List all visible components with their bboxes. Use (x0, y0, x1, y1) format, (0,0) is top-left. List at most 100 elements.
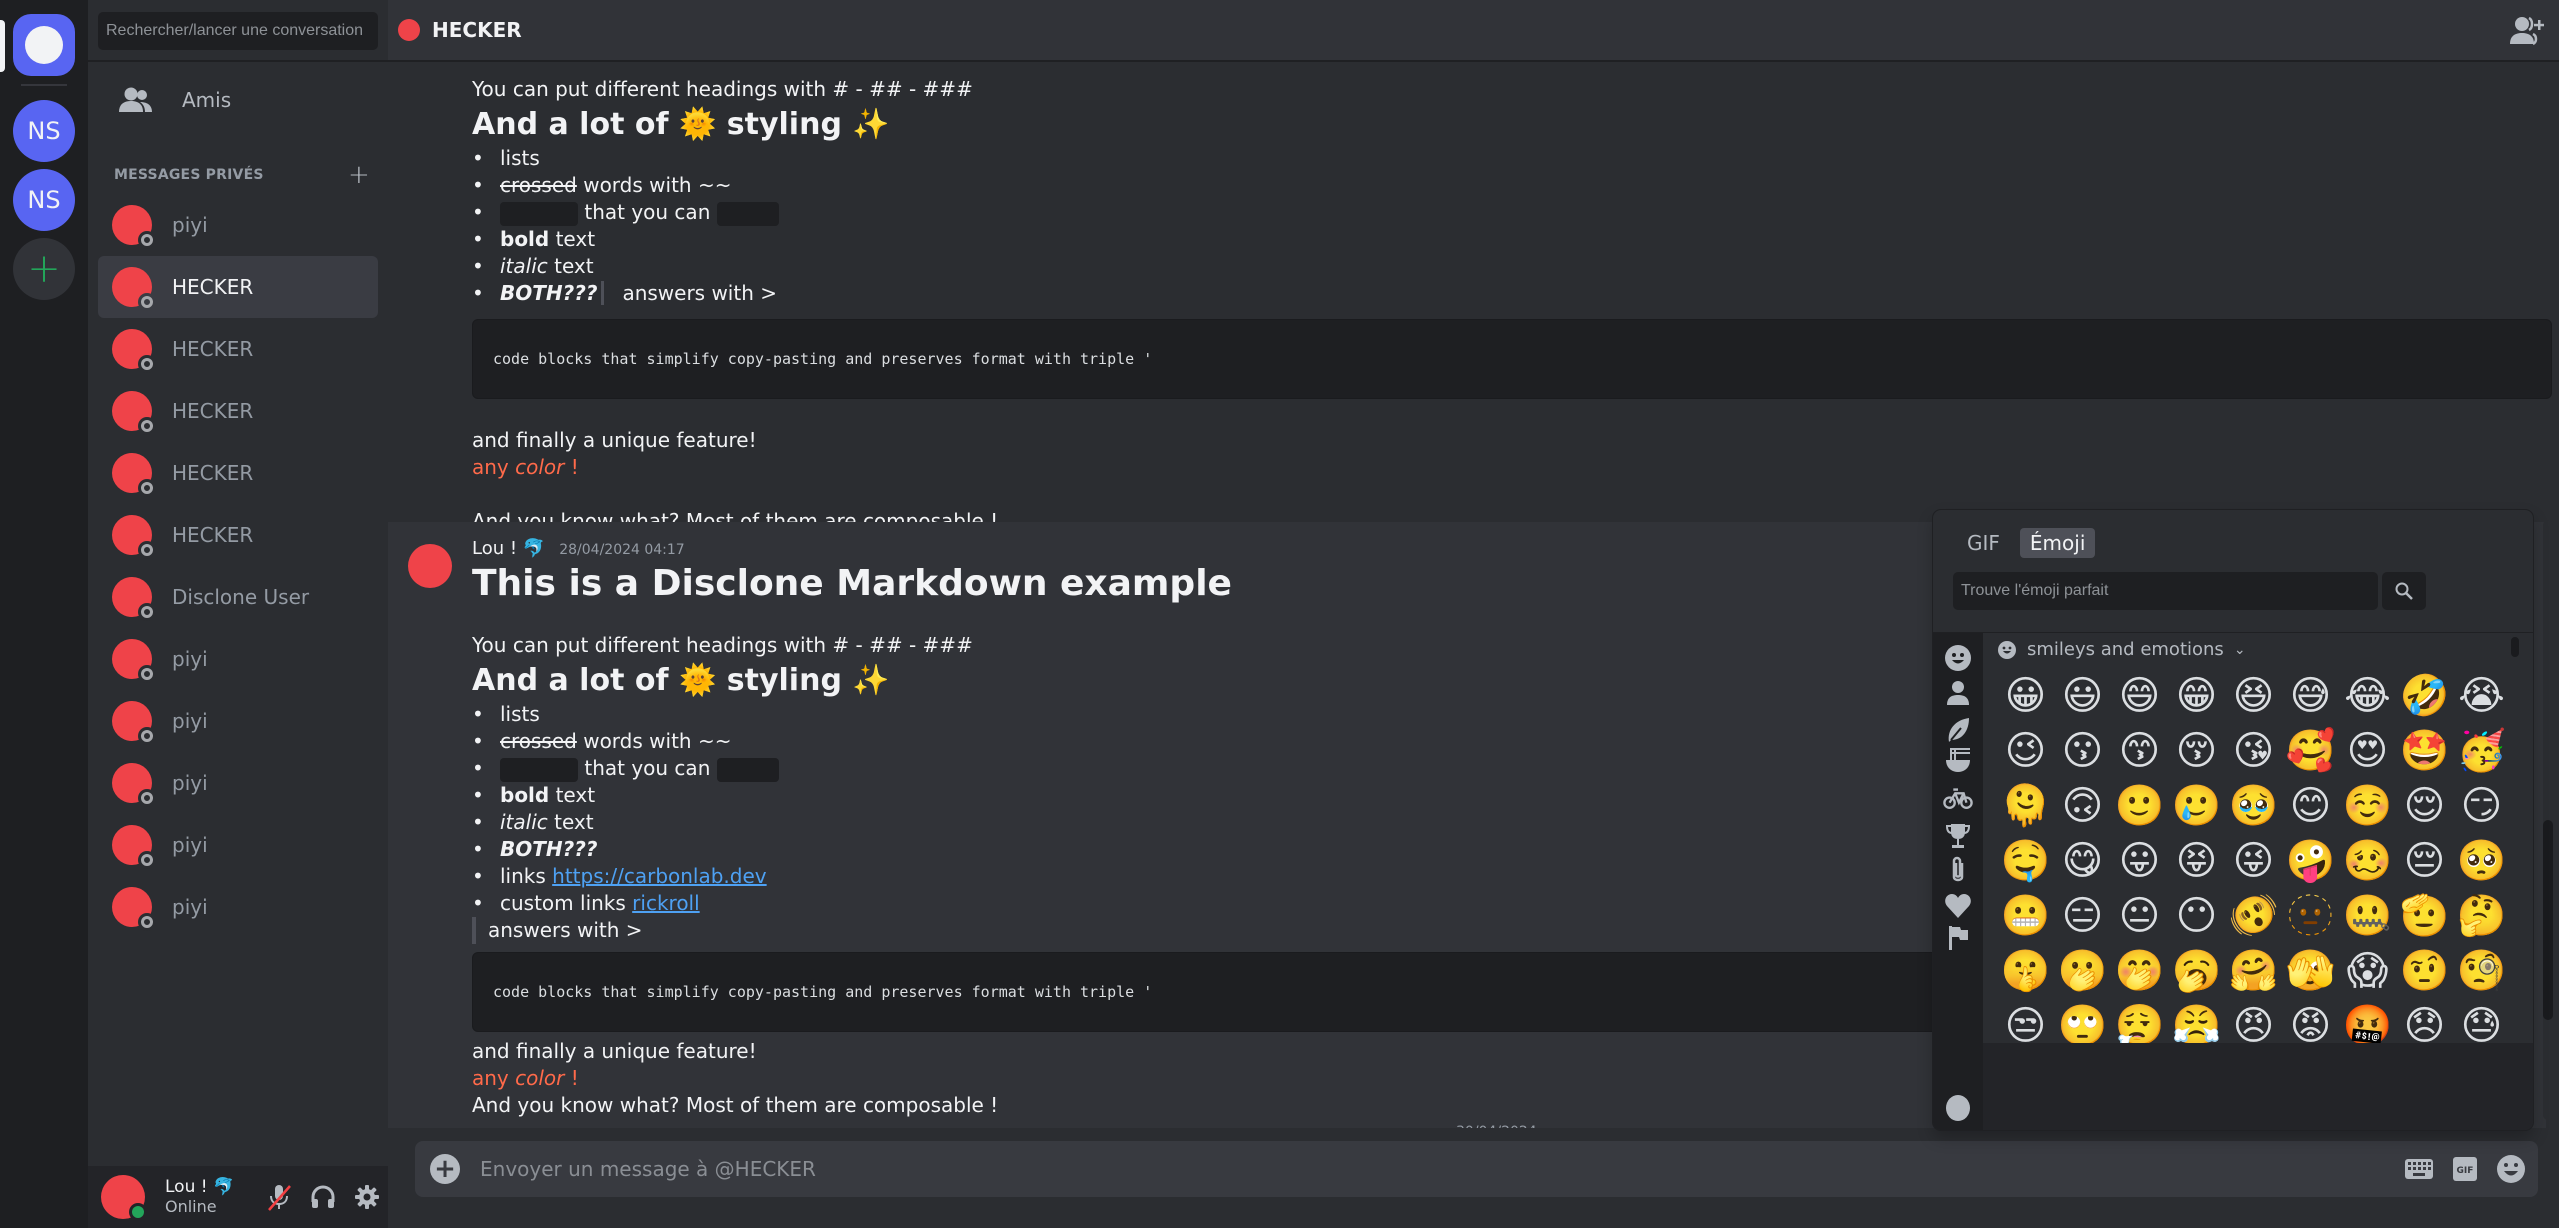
user-avatar[interactable] (101, 1175, 147, 1221)
emoji-option[interactable]: 🫢 (2054, 944, 2111, 999)
emoji-option[interactable]: ☺️ (2339, 779, 2396, 834)
spoiler[interactable] (500, 201, 578, 226)
emoji-option[interactable]: 😌 (2396, 779, 2453, 834)
emoji-option[interactable]: 😉 (1997, 724, 2054, 779)
emoji-option[interactable]: 😞 (2396, 999, 2453, 1043)
emoji-option[interactable]: 🫠 (1997, 779, 2054, 834)
emoji-option[interactable]: 🥲 (2168, 779, 2225, 834)
dm-item[interactable]: HECKER (98, 504, 378, 566)
emoji-option[interactable]: 😍 (2339, 724, 2396, 779)
emoji-option[interactable]: 🤫 (1997, 944, 2054, 999)
emoji-option[interactable]: 🥱 (2168, 944, 2225, 999)
emoji-option[interactable]: 😗 (2054, 724, 2111, 779)
emoji-option[interactable]: 😝 (2168, 834, 2225, 889)
emoji-option[interactable]: 😔 (2396, 834, 2453, 889)
emoji-option[interactable]: 🤬 (2339, 999, 2396, 1043)
category-flags[interactable] (1943, 923, 1973, 953)
dm-item[interactable]: HECKER (98, 380, 378, 442)
author-avatar[interactable] (408, 544, 452, 588)
category-objects[interactable] (1943, 855, 1973, 885)
category-smileys[interactable] (1943, 643, 1973, 673)
emoji-option[interactable]: 😐 (2111, 889, 2168, 944)
dm-item[interactable]: HECKER (98, 442, 378, 504)
category-symbols[interactable] (1943, 891, 1973, 921)
spoiler[interactable] (716, 201, 779, 226)
dm-item[interactable]: Disclone User (98, 566, 378, 628)
emoji-option[interactable]: 😊 (2282, 779, 2339, 834)
server-icon[interactable]: NS (13, 169, 75, 231)
emoji-option[interactable]: 😆 (2225, 669, 2282, 724)
emoji-option[interactable]: 🥰 (2282, 724, 2339, 779)
emoji-option[interactable]: 😄 (2111, 669, 2168, 724)
server-icon[interactable]: NS (13, 100, 75, 162)
emoji-option[interactable]: 😑 (2054, 889, 2111, 944)
emoji-option[interactable]: 😙 (2111, 724, 2168, 779)
author-name[interactable]: Lou ! 🐬 (472, 538, 545, 559)
spoiler[interactable] (716, 757, 779, 782)
message-input[interactable] (460, 1157, 2404, 1181)
chat-scrollbar[interactable] (2543, 520, 2553, 1120)
emoji-option[interactable]: 😶 (2168, 889, 2225, 944)
emoji-option[interactable]: 😃 (2054, 669, 2111, 724)
add-friend-to-dm-button[interactable] (2509, 16, 2545, 50)
mute-mic-button[interactable] (266, 1182, 292, 1212)
emoji-option[interactable]: 🫣 (2282, 944, 2339, 999)
emoji-search-button[interactable] (2382, 572, 2426, 610)
emoji-option[interactable]: 😡 (2282, 999, 2339, 1043)
url-link[interactable]: https://carbonlab.dev (552, 864, 766, 888)
home-button[interactable] (13, 14, 75, 76)
spoiler[interactable] (500, 757, 578, 782)
category-custom[interactable] (1943, 1093, 1973, 1123)
tab-gif[interactable]: GIF (1957, 528, 2010, 558)
category-nature[interactable] (1943, 715, 1973, 745)
emoji-option[interactable]: 🙄 (2054, 999, 2111, 1043)
emoji-option[interactable]: 🧐 (2453, 944, 2510, 999)
user-settings-button[interactable] (354, 1182, 380, 1212)
emoji-option[interactable]: 🤤 (1997, 834, 2054, 889)
emoji-option[interactable]: 🤭 (2111, 944, 2168, 999)
emoji-option[interactable]: 😠 (2225, 999, 2282, 1043)
friends-link[interactable]: Amis (98, 74, 378, 126)
emoji-option[interactable]: 😜 (2225, 834, 2282, 889)
emoji-option[interactable]: 🤩 (2396, 724, 2453, 779)
emoji-option[interactable]: 🙂 (2111, 779, 2168, 834)
emoji-option[interactable]: 😂 (2339, 669, 2396, 724)
keyboard-button[interactable] (2404, 1157, 2434, 1181)
emoji-option[interactable]: 🤨 (2396, 944, 2453, 999)
emoji-option[interactable]: 😅 (2282, 669, 2339, 724)
emoji-option[interactable]: 🫨 (2225, 889, 2282, 944)
category-activities[interactable] (1943, 783, 1973, 813)
emoji-option[interactable]: 🥳 (2453, 724, 2510, 779)
create-dm-button[interactable]: + (348, 162, 370, 188)
emoji-option[interactable]: 🤔 (2453, 889, 2510, 944)
attach-button[interactable]: + (430, 1154, 460, 1184)
emoji-option[interactable]: 😚 (2168, 724, 2225, 779)
emoji-option[interactable]: 🤣 (2396, 669, 2453, 724)
gif-button[interactable]: GIF (2452, 1156, 2478, 1182)
category-trophies[interactable] (1943, 821, 1973, 851)
emoji-option[interactable]: 😒 (1997, 999, 2054, 1043)
emoji-section-header[interactable]: smileys and emotions ⌄ (1997, 639, 2246, 660)
emoji-option[interactable]: 😛 (2111, 834, 2168, 889)
emoji-option[interactable]: 🥴 (2339, 834, 2396, 889)
emoji-option[interactable]: 🥺 (2453, 834, 2510, 889)
emoji-option[interactable]: 🫥 (2282, 889, 2339, 944)
category-people[interactable] (1943, 678, 1973, 708)
emoji-scrollbar-thumb[interactable] (2511, 637, 2519, 657)
category-food[interactable] (1943, 746, 1973, 776)
dm-search-input[interactable] (98, 12, 378, 50)
emoji-option[interactable]: 😁 (2168, 669, 2225, 724)
emoji-option[interactable]: 😱 (2339, 944, 2396, 999)
emoji-option[interactable]: 😓 (2453, 999, 2510, 1043)
emoji-option[interactable]: 🤪 (2282, 834, 2339, 889)
add-server-button[interactable]: + (13, 238, 75, 300)
emoji-option[interactable]: 😤 (2168, 999, 2225, 1043)
emoji-option[interactable]: 😀 (1997, 669, 2054, 724)
emoji-option[interactable]: 😏 (2453, 779, 2510, 834)
dm-item[interactable]: piyi (98, 194, 378, 256)
emoji-option[interactable]: 🫡 (2396, 889, 2453, 944)
emoji-option[interactable]: 😘 (2225, 724, 2282, 779)
emoji-option[interactable]: 😭 (2453, 669, 2510, 724)
emoji-option[interactable]: 🤗 (2225, 944, 2282, 999)
emoji-option[interactable]: 🥹 (2225, 779, 2282, 834)
